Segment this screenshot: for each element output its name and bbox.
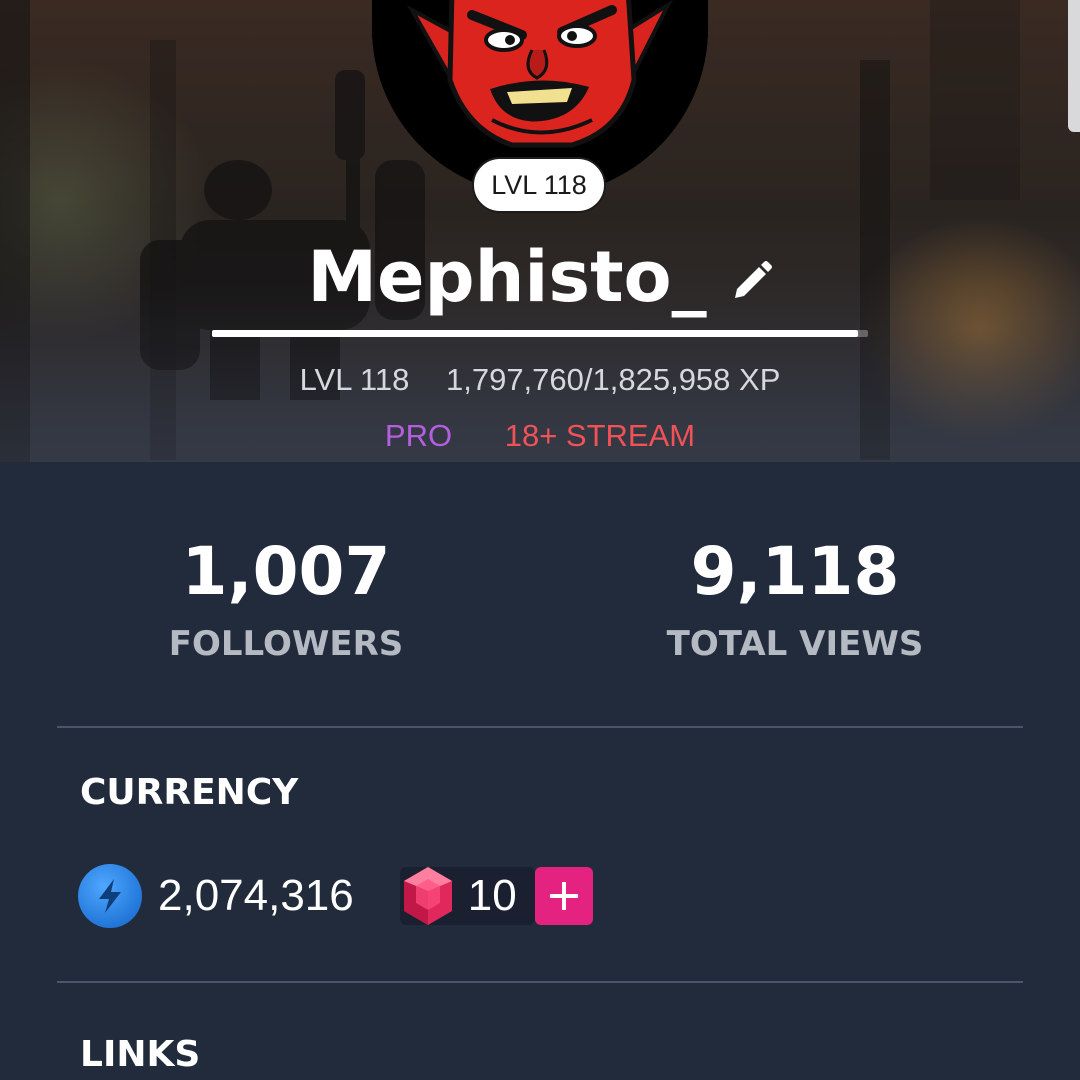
- xp-progress-fill: [212, 330, 858, 337]
- gems-box: 10: [399, 867, 535, 925]
- level-label: LVL 118: [299, 362, 410, 397]
- xp-progress-bar: [212, 330, 868, 337]
- section-divider: [57, 726, 1023, 728]
- scrollbar[interactable]: [1068, 0, 1080, 132]
- currency-heading: CURRENCY: [80, 772, 299, 813]
- plus-icon: [549, 882, 578, 910]
- buy-gems-button[interactable]: [534, 867, 593, 925]
- adult-stream-tag: 18+ STREAM: [504, 418, 696, 453]
- banner-scenery: [930, 0, 1020, 200]
- gems-count: 10: [467, 871, 517, 920]
- xp-summary: LVL 118 1,797,760/1,825,958 XP: [0, 362, 1080, 398]
- ruby-gem-icon: [403, 867, 452, 925]
- links-heading: LINKS: [80, 1034, 201, 1075]
- followers-label: FOLLOWERS: [168, 624, 404, 664]
- username-row: Mephisto_: [0, 236, 1080, 318]
- section-divider: [57, 981, 1023, 983]
- total-views-stat: 9,118 TOTAL VIEWS: [575, 532, 1015, 664]
- profile-tags: PRO 18+ STREAM: [0, 418, 1080, 454]
- gems-balance: 10: [399, 867, 593, 925]
- pencil-icon: [734, 261, 772, 298]
- level-badge: LVL 118: [472, 157, 606, 213]
- lightning-bolt-icon: [78, 864, 142, 928]
- currency-row: 2,074,316 10: [78, 864, 593, 928]
- profile-banner: LVL 118 Mephisto_ LVL 118 1,797,760/1,82…: [0, 0, 1080, 462]
- followers-count: 1,007: [181, 533, 391, 610]
- followers-stat[interactable]: 1,007 FOLLOWERS: [66, 532, 506, 664]
- pro-tag: PRO: [384, 418, 453, 453]
- xp-text: 1,797,760/1,825,958 XP: [445, 362, 781, 397]
- username: Mephisto_: [307, 236, 707, 318]
- edit-username-button[interactable]: [729, 260, 773, 304]
- total-views-count: 9,118: [690, 533, 900, 610]
- sparks-balance: 2,074,316: [158, 871, 354, 920]
- level-badge-text: LVL 118: [491, 169, 587, 200]
- total-views-label: TOTAL VIEWS: [666, 624, 924, 664]
